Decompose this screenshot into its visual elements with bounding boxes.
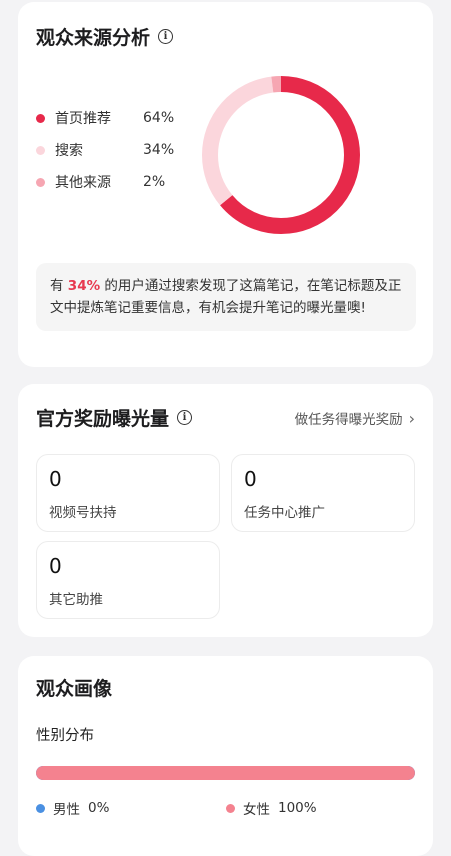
legend-dot: [36, 803, 45, 813]
official-reward-title: 官方奖励曝光量: [36, 408, 170, 430]
stat-label: 其它助推: [49, 592, 103, 608]
legend-label: 其他来源: [55, 175, 111, 191]
note-highlight: 34%: [67, 278, 101, 294]
source-legend: 首页推荐 64% 搜索 34% 其他来源 2%: [36, 102, 174, 198]
task-reward-link[interactable]: 做任务得曝光奖励 ›: [294, 408, 415, 429]
chevron-right-icon: ›: [408, 408, 415, 428]
gender-bar-female-fill: [36, 766, 415, 780]
gender-legend-female: 女性 100%: [226, 798, 317, 818]
stat-card-other-boost[interactable]: 0 其它助推: [36, 541, 220, 619]
gender-legend-male: 男性 0%: [36, 798, 109, 818]
legend-item-homepage: 首页推荐 64%: [36, 102, 174, 134]
source-tip-note: 有 34% 的用户通过搜索发现了这篇笔记，在笔记标题及正文中提炼笔记重要信息，有…: [36, 263, 416, 331]
legend-value: 64%: [143, 110, 175, 126]
info-icon[interactable]: i: [158, 29, 174, 44]
stat-label: 视频号扶持: [49, 505, 117, 521]
official-reward-card: 官方奖励曝光量 i 做任务得曝光奖励 › 0 视频号扶持 0 任务中心推广 0 …: [18, 384, 433, 637]
stat-value: 0: [244, 467, 257, 491]
info-icon[interactable]: i: [177, 410, 193, 425]
audience-source-title-row: 观众来源分析 i: [36, 23, 174, 50]
legend-label: 搜索: [55, 143, 83, 159]
stat-card-task-center[interactable]: 0 任务中心推广: [231, 454, 415, 532]
legend-item-other: 其他来源 2%: [36, 166, 174, 198]
official-reward-title-row: 官方奖励曝光量 i: [36, 404, 193, 431]
stat-value: 0: [49, 554, 62, 578]
note-prefix: 有: [50, 278, 68, 294]
stat-card-video[interactable]: 0 视频号扶持: [36, 454, 220, 532]
legend-dot: [226, 803, 235, 813]
legend-dot: [36, 177, 45, 187]
note-suffix: 的用户通过搜索发现了这篇笔记，在笔记标题及正文中提炼笔记重要信息，有机会提升笔记…: [50, 278, 402, 316]
audience-profile-title: 观众画像: [36, 678, 113, 700]
audience-source-title: 观众来源分析: [36, 27, 151, 49]
legend-value: 2%: [143, 174, 166, 190]
gender-value: 100%: [278, 800, 317, 816]
gender-bar: [36, 766, 415, 780]
stat-label: 任务中心推广: [244, 505, 325, 521]
gender-value: 0%: [88, 800, 110, 816]
audience-source-card: 观众来源分析 i 首页推荐 64% 搜索 34% 其他来源 2% 有 34% 的…: [18, 2, 433, 367]
audience-profile-card: 观众画像 性别分布 男性 0% 女性 100%: [18, 656, 433, 856]
gender-label: 女性: [243, 802, 270, 818]
task-reward-link-label: 做任务得曝光奖励: [294, 412, 403, 428]
legend-value: 34%: [143, 142, 175, 158]
legend-dot: [36, 113, 45, 123]
legend-dot: [36, 145, 45, 155]
stat-value: 0: [49, 467, 62, 491]
legend-label: 首页推荐: [55, 111, 111, 127]
audience-profile-title-row: 观众画像: [36, 674, 112, 701]
source-donut-chart: [202, 76, 360, 234]
legend-item-search: 搜索 34%: [36, 134, 174, 166]
gender-label: 男性: [53, 802, 80, 818]
gender-distribution-title: 性别分布: [36, 728, 94, 744]
